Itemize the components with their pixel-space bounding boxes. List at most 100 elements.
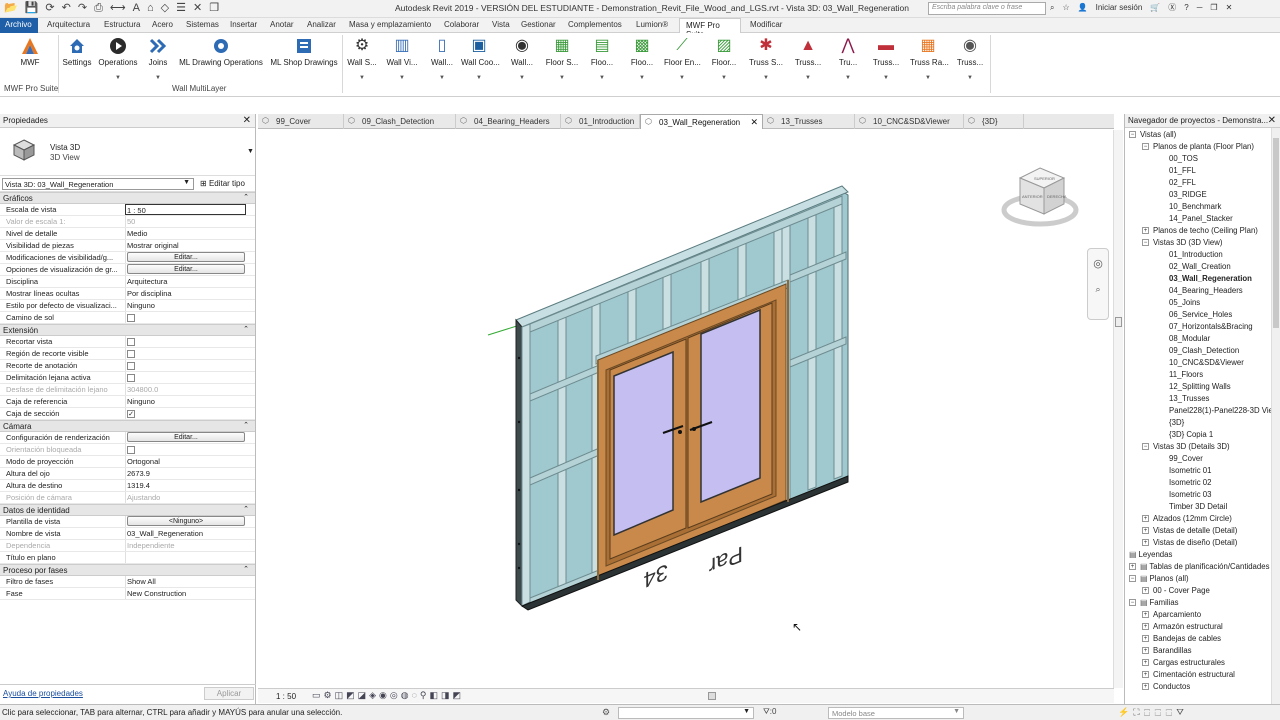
- chevron-down-icon[interactable]: ▼: [952, 75, 988, 81]
- tree-node[interactable]: ▤ Leyendas: [1129, 550, 1172, 562]
- mwf-tool-button-2[interactable]: ▥ Wall Vi... ▼: [384, 37, 420, 81]
- tree-node[interactable]: Isometric 03: [1169, 490, 1211, 502]
- tree-node[interactable]: + Cimentación estructural: [1142, 670, 1235, 682]
- property-value[interactable]: Ortogonal: [125, 456, 246, 467]
- view-tab[interactable]: ⬡ 03_Wall_Regeneration ✕: [640, 114, 763, 129]
- tree-node[interactable]: 12_Splitting Walls: [1169, 382, 1231, 394]
- property-value[interactable]: Ninguno: [125, 396, 246, 407]
- expand-icon[interactable]: +: [1142, 539, 1149, 547]
- view-tab[interactable]: ⬡ 09_Clash_Detection: [344, 114, 456, 129]
- tree-node[interactable]: 03_RIDGE: [1169, 190, 1207, 202]
- chevron-down-icon[interactable]: ▼: [910, 75, 946, 81]
- property-value[interactable]: 1 : 50: [125, 204, 246, 215]
- tab-modificar[interactable]: Modificar: [750, 20, 782, 29]
- property-value[interactable]: 2673.9: [125, 468, 246, 479]
- tree-node[interactable]: Isometric 02: [1169, 478, 1211, 490]
- status-right-icons[interactable]: ⚡⛶⬚⬚⬚⛛: [1118, 707, 1188, 718]
- close-icon[interactable]: ✕: [1268, 115, 1276, 126]
- search-input[interactable]: Escriba palabra clave o frase: [928, 2, 1046, 15]
- tree-node[interactable]: 99_Cover: [1169, 454, 1203, 466]
- property-checkbox[interactable]: [127, 374, 135, 382]
- property-checkbox[interactable]: ✓: [127, 410, 135, 418]
- view-tab[interactable]: ⬡ 01_Introduction: [561, 114, 640, 129]
- maximize-icon[interactable]: ❐: [1210, 3, 1217, 12]
- 3d-view-icon[interactable]: ⌂: [147, 2, 154, 15]
- mwf-tool-button-11[interactable]: ✱ Truss S... ▼: [748, 37, 784, 81]
- view-tab[interactable]: ⬡ {3D}: [964, 114, 1024, 129]
- tree-node[interactable]: {3D} Copia 1: [1169, 430, 1213, 442]
- tab-estructura[interactable]: Estructura: [104, 20, 140, 29]
- expand-icon[interactable]: +: [1142, 683, 1149, 691]
- collapse-icon[interactable]: −: [1142, 143, 1149, 151]
- tab-insertar[interactable]: Insertar: [230, 20, 257, 29]
- mwf-tool-button-5[interactable]: ◉ Wall... ▼: [504, 37, 540, 81]
- tree-node[interactable]: +00 - Cover Page: [1142, 586, 1210, 598]
- tree-node[interactable]: 11_Floors: [1169, 370, 1203, 382]
- workset-dropdown[interactable]: ▼: [618, 707, 754, 719]
- property-value[interactable]: [125, 372, 246, 383]
- tree-node[interactable]: − Vistas (all): [1129, 130, 1176, 142]
- expand-icon[interactable]: +: [1142, 635, 1149, 643]
- chevron-down-icon[interactable]: ▼: [424, 75, 460, 81]
- zoom-icon[interactable]: ⌕: [1088, 284, 1108, 295]
- expand-icon[interactable]: +: [1142, 647, 1149, 655]
- expand-icon[interactable]: +: [1142, 623, 1149, 631]
- steering-wheel-icon[interactable]: ◎: [1088, 257, 1108, 270]
- chevron-down-icon[interactable]: ▼: [344, 75, 380, 81]
- sync-icon[interactable]: ⟳: [45, 2, 54, 15]
- tab-arquitectura[interactable]: Arquitectura: [47, 20, 90, 29]
- tree-node[interactable]: Panel228(1)-Panel228-3D View: [1169, 406, 1271, 418]
- collapse-icon[interactable]: ⌃: [243, 421, 249, 429]
- tree-node[interactable]: 01_Introduction: [1169, 250, 1223, 262]
- tree-node[interactable]: 08_Modular: [1169, 334, 1210, 346]
- tab-masa[interactable]: Masa y emplazamiento: [349, 20, 431, 29]
- property-value[interactable]: Editar...: [125, 432, 246, 443]
- tree-node[interactable]: 10_CNC&SD&Viewer: [1169, 358, 1244, 370]
- undo-icon[interactable]: ↶: [62, 2, 71, 15]
- thin-lines-icon[interactable]: ☰: [176, 2, 186, 15]
- expand-icon[interactable]: +: [1142, 515, 1149, 523]
- viewcube-icon[interactable]: SUPERIOR ANTERIOR DERECHA: [1000, 160, 1080, 230]
- text-icon[interactable]: A: [133, 2, 140, 15]
- view-scale[interactable]: 1 : 50: [276, 692, 296, 701]
- property-value[interactable]: 03_Wall_Regeneration: [125, 528, 246, 539]
- mwf-tool-button-10[interactable]: ▨ Floor... ▼: [706, 37, 742, 81]
- tree-node[interactable]: 14_Panel_Stacker: [1169, 214, 1233, 226]
- property-value[interactable]: [125, 336, 246, 347]
- tree-node[interactable]: {3D}: [1169, 418, 1184, 430]
- ml-shop-drawings-button[interactable]: ML Shop Drawings: [268, 37, 340, 67]
- chevron-down-icon[interactable]: ▼: [706, 75, 742, 81]
- mwf-tool-button-14[interactable]: ▬ Truss... ▼: [868, 37, 904, 81]
- collapse-icon[interactable]: −: [1129, 599, 1136, 607]
- property-value[interactable]: Show All: [125, 576, 246, 587]
- tab-mwf-pro-suite[interactable]: MWF Pro Suite: [679, 18, 741, 39]
- property-checkbox[interactable]: [127, 314, 135, 322]
- chevron-down-icon[interactable]: ▼: [384, 75, 420, 81]
- chevron-down-icon[interactable]: ▼: [128, 75, 188, 81]
- tree-node[interactable]: − ▤ Familias: [1129, 598, 1179, 610]
- tree-node[interactable]: + Conductos: [1142, 682, 1190, 694]
- view-tab[interactable]: ⬡ 10_CNC&SD&Viewer: [855, 114, 964, 129]
- chevron-down-icon[interactable]: ▼: [584, 75, 620, 81]
- property-value[interactable]: Editar...: [125, 252, 246, 263]
- chevron-down-icon[interactable]: ▼: [624, 75, 660, 81]
- exchange-icon[interactable]: Ⓧ: [1168, 2, 1176, 13]
- collapse-icon[interactable]: −: [1142, 443, 1149, 451]
- tree-node[interactable]: + Barandillas: [1142, 646, 1192, 658]
- tab-anotar[interactable]: Anotar: [270, 20, 294, 29]
- collapse-icon[interactable]: −: [1142, 239, 1149, 247]
- expand-icon[interactable]: +: [1142, 527, 1149, 535]
- collapse-icon[interactable]: ⌃: [243, 505, 249, 513]
- section-icon[interactable]: ◇: [161, 2, 169, 15]
- property-category[interactable]: Cámara ⌃: [0, 420, 255, 432]
- collapse-icon[interactable]: −: [1129, 131, 1136, 139]
- tree-node[interactable]: + ▤ Tablas de planificación/Cantidades: [1129, 562, 1269, 574]
- mwf-tool-button-16[interactable]: ◉ Truss... ▼: [952, 37, 988, 81]
- tree-node[interactable]: − Vistas 3D (Details 3D): [1142, 442, 1230, 454]
- property-value[interactable]: [125, 348, 246, 359]
- tree-node[interactable]: 04_Bearing_Headers: [1169, 286, 1243, 298]
- property-value[interactable]: <Ninguno>: [125, 516, 246, 527]
- user-icon[interactable]: 👤: [1078, 3, 1088, 12]
- chevron-down-icon[interactable]: ▼: [868, 75, 904, 81]
- close-tab-icon[interactable]: ✕: [750, 117, 758, 128]
